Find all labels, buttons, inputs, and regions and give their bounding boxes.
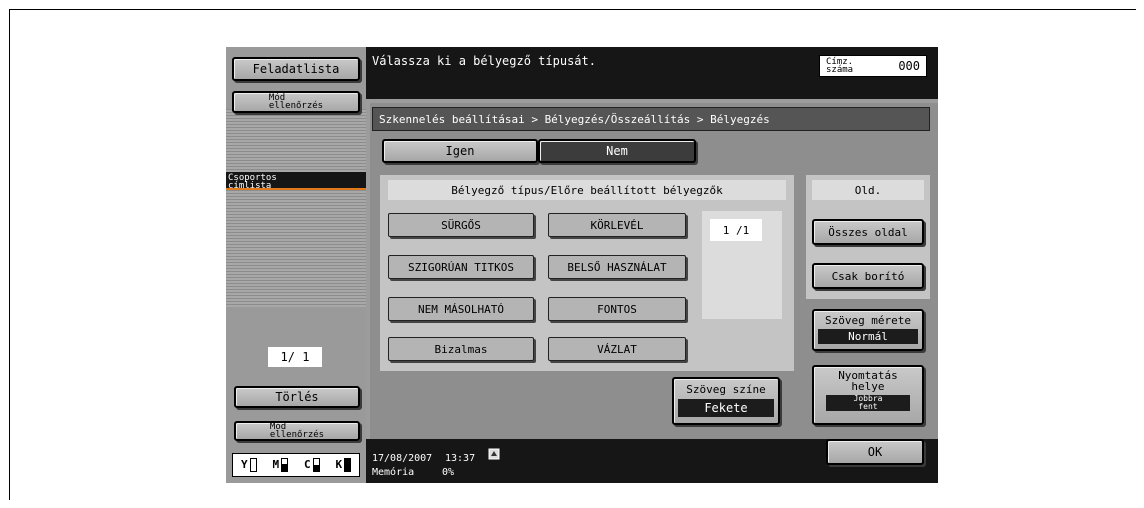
delete-button[interactable]: Törlés (234, 386, 360, 408)
toner-m: M (272, 458, 289, 472)
mode-check-bottom-button[interactable]: Mód ellenőrzés (234, 421, 360, 441)
ok-button[interactable]: OK (826, 439, 924, 465)
toner-y: Y (241, 458, 257, 472)
text-color-value: Fekete (678, 399, 774, 417)
text-color-button[interactable]: Szöveg színe Fekete (672, 377, 780, 425)
address-count-box: Címz. száma 000 (819, 55, 927, 77)
stamp-do-not-copy-button[interactable]: NEM MÁSOLHATÓ (388, 297, 534, 321)
toner-c: C (304, 458, 320, 472)
text-color-label: Szöveg színe (686, 383, 766, 396)
address-count-label: Címz. száma (826, 57, 854, 75)
all-pages-button[interactable]: Összes oldal (812, 219, 924, 245)
stamp-important-button[interactable]: FONTOS (548, 297, 686, 321)
status-time: 13:37 (445, 453, 476, 464)
address-count-value: 000 (898, 59, 920, 73)
stamp-type-title: Bélyegző típus/Előre beállított bélyegző… (388, 180, 786, 200)
stamp-urgent-button[interactable]: SÜRGŐS (388, 213, 534, 237)
print-position-button[interactable]: Nyomtatás helye Jobbra fent (812, 365, 924, 425)
memory-value: 0% (442, 467, 455, 478)
print-position-label: Nyomtatás helye (838, 369, 898, 393)
mode-check-top-button[interactable]: Mód ellenőrzés (232, 91, 360, 113)
stamp-confidential-button[interactable]: Bizalmas (388, 337, 534, 361)
control-panel-screen: Feladatlista Mód ellenőrzés Csoportos cí… (226, 47, 938, 483)
left-stripes (226, 109, 366, 173)
instruction-text: Válassza ki a bélyegző típusát. (372, 54, 596, 68)
memory-label: Memória (372, 467, 415, 478)
text-size-value: Normál (818, 329, 918, 344)
text-size-label: Szöveg mérete (824, 314, 912, 327)
status-date: 17/08/2007 (372, 453, 433, 464)
toner-k: K (335, 458, 352, 472)
text-size-button[interactable]: Szöveg mérete Normál (812, 309, 924, 351)
breadcrumb: Szkennelés beállításai > Bélyegzés/Össze… (372, 107, 930, 131)
stamp-top-secret-button[interactable]: SZIGORÚAN TITKOS (388, 255, 534, 279)
job-list-button[interactable]: Feladatlista (232, 57, 360, 81)
mode-check-bottom-label: Mód ellenőrzés (269, 422, 325, 440)
page-indicator: 1/ 1 (268, 347, 322, 367)
network-icon (488, 445, 500, 460)
print-position-value: Jobbra fent (826, 395, 910, 411)
stamp-page-indicator: 1 /1 (710, 219, 762, 241)
stamp-circular-button[interactable]: KÖRLEVÉL (548, 213, 686, 237)
stamp-draft-button[interactable]: VÁZLAT (548, 337, 686, 361)
cover-only-button[interactable]: Csak borító (812, 263, 924, 289)
stamp-internal-use-button[interactable]: BELSŐ HASZNÁLAT (548, 255, 686, 279)
mode-check-top-label: Mód ellenőrzés (268, 93, 324, 111)
no-button[interactable]: Nem (538, 139, 696, 163)
pages-title: Old. (812, 180, 924, 200)
toner-indicator: Y M C K (232, 453, 360, 477)
yes-button[interactable]: Igen (382, 139, 538, 163)
group-address-list-label: Csoportos címlista (228, 173, 277, 191)
group-address-list-tab[interactable]: Csoportos címlista (226, 172, 366, 191)
left-stripes-lower (226, 187, 366, 307)
